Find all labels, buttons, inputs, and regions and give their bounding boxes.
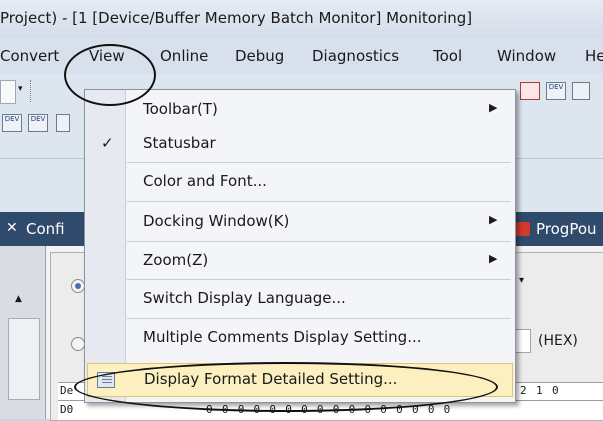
red-monitor-icon[interactable] bbox=[520, 82, 540, 100]
menu-tool[interactable]: Tool bbox=[433, 47, 462, 65]
menu-item-label: Multiple Comments Display Setting... bbox=[143, 328, 422, 346]
menu-item-label: Switch Display Language... bbox=[143, 289, 346, 307]
menu-item-label: Toolbar(T) bbox=[143, 100, 218, 118]
window-titlebar: Project) - [1 [Device/Buffer Memory Batc… bbox=[0, 0, 603, 38]
menu-item-zoom[interactable]: Zoom(Z) ▶ bbox=[85, 244, 515, 278]
menu-item-label: Docking Window(K) bbox=[143, 212, 290, 230]
grid-header-bit-2: 2 bbox=[520, 384, 527, 397]
progpou-icon bbox=[516, 222, 530, 236]
menu-debug[interactable]: Debug bbox=[235, 47, 284, 65]
grid-header-device: De bbox=[60, 384, 74, 397]
dev-monitor-icon[interactable] bbox=[572, 82, 590, 100]
grid-row-device: D0 bbox=[60, 403, 74, 416]
grid-header-bit-0: 0 bbox=[552, 384, 559, 397]
menu-diagnostics[interactable]: Diagnostics bbox=[312, 47, 399, 65]
dev-icon[interactable]: DEV bbox=[546, 82, 566, 100]
annotation-ellipse-display-format bbox=[74, 362, 498, 412]
menu-item-docking-window[interactable]: Docking Window(K) ▶ bbox=[85, 205, 515, 239]
menu-item-label: Statusbar bbox=[143, 134, 216, 152]
tab-config[interactable]: Confi bbox=[26, 220, 65, 238]
toolbar-device-icon-2[interactable]: DEV bbox=[28, 114, 48, 132]
toolbar-overflow-icon[interactable]: ▾ bbox=[18, 84, 23, 94]
menu-separator bbox=[127, 162, 511, 163]
menu-separator bbox=[127, 201, 511, 202]
menu-item-color-font[interactable]: Color and Font... bbox=[85, 165, 515, 199]
menu-item-label: Zoom(Z) bbox=[143, 251, 209, 269]
checkmark-icon: ✓ bbox=[101, 134, 114, 152]
navigation-scrollbar[interactable] bbox=[8, 318, 40, 400]
radio-buffer-memory[interactable] bbox=[71, 337, 85, 351]
toolbar-combo[interactable] bbox=[0, 80, 16, 104]
device-combo-arrow-icon[interactable]: ▾ bbox=[519, 275, 524, 286]
hex-label: (HEX) bbox=[538, 333, 578, 349]
menu-window[interactable]: Window bbox=[497, 47, 556, 65]
menu-help[interactable]: He bbox=[585, 47, 603, 65]
menu-item-label: Color and Font... bbox=[143, 172, 267, 190]
menu-convert[interactable]: Convert bbox=[0, 47, 59, 65]
toolbar-device-icon-3[interactable] bbox=[56, 114, 70, 132]
window-title: Project) - [1 [Device/Buffer Memory Batc… bbox=[0, 9, 473, 27]
annotation-ellipse-view bbox=[64, 44, 156, 106]
tab-close-icon[interactable]: ✕ bbox=[6, 220, 18, 236]
hex-combo[interactable] bbox=[515, 329, 531, 353]
navigation-panel: ▲ bbox=[0, 246, 46, 419]
menu-separator bbox=[127, 241, 511, 242]
menu-item-statusbar[interactable]: ✓ Statusbar bbox=[85, 127, 515, 161]
submenu-arrow-icon: ▶ bbox=[489, 213, 498, 226]
scroll-up-icon[interactable]: ▲ bbox=[15, 294, 22, 304]
toolbar-device-icon-1[interactable]: DEV bbox=[2, 114, 22, 132]
grid-header-bit-1: 1 bbox=[536, 384, 543, 397]
submenu-arrow-icon: ▶ bbox=[489, 252, 498, 265]
menu-item-multiple-comments[interactable]: Multiple Comments Display Setting... bbox=[85, 321, 515, 355]
menu-separator bbox=[127, 279, 511, 280]
menu-item-toolbar[interactable]: Toolbar(T) ▶ bbox=[85, 93, 515, 127]
submenu-arrow-icon: ▶ bbox=[489, 101, 498, 114]
tab-progpou[interactable]: ProgPou bbox=[536, 220, 597, 238]
radio-device-name[interactable] bbox=[71, 279, 85, 293]
menu-separator bbox=[127, 318, 511, 319]
view-menu-dropdown: Toolbar(T) ▶ ✓ Statusbar Color and Font.… bbox=[84, 89, 516, 403]
menu-item-switch-language[interactable]: Switch Display Language... bbox=[85, 282, 515, 316]
menu-online[interactable]: Online bbox=[160, 47, 208, 65]
toolbar-grip-icon bbox=[30, 80, 33, 102]
